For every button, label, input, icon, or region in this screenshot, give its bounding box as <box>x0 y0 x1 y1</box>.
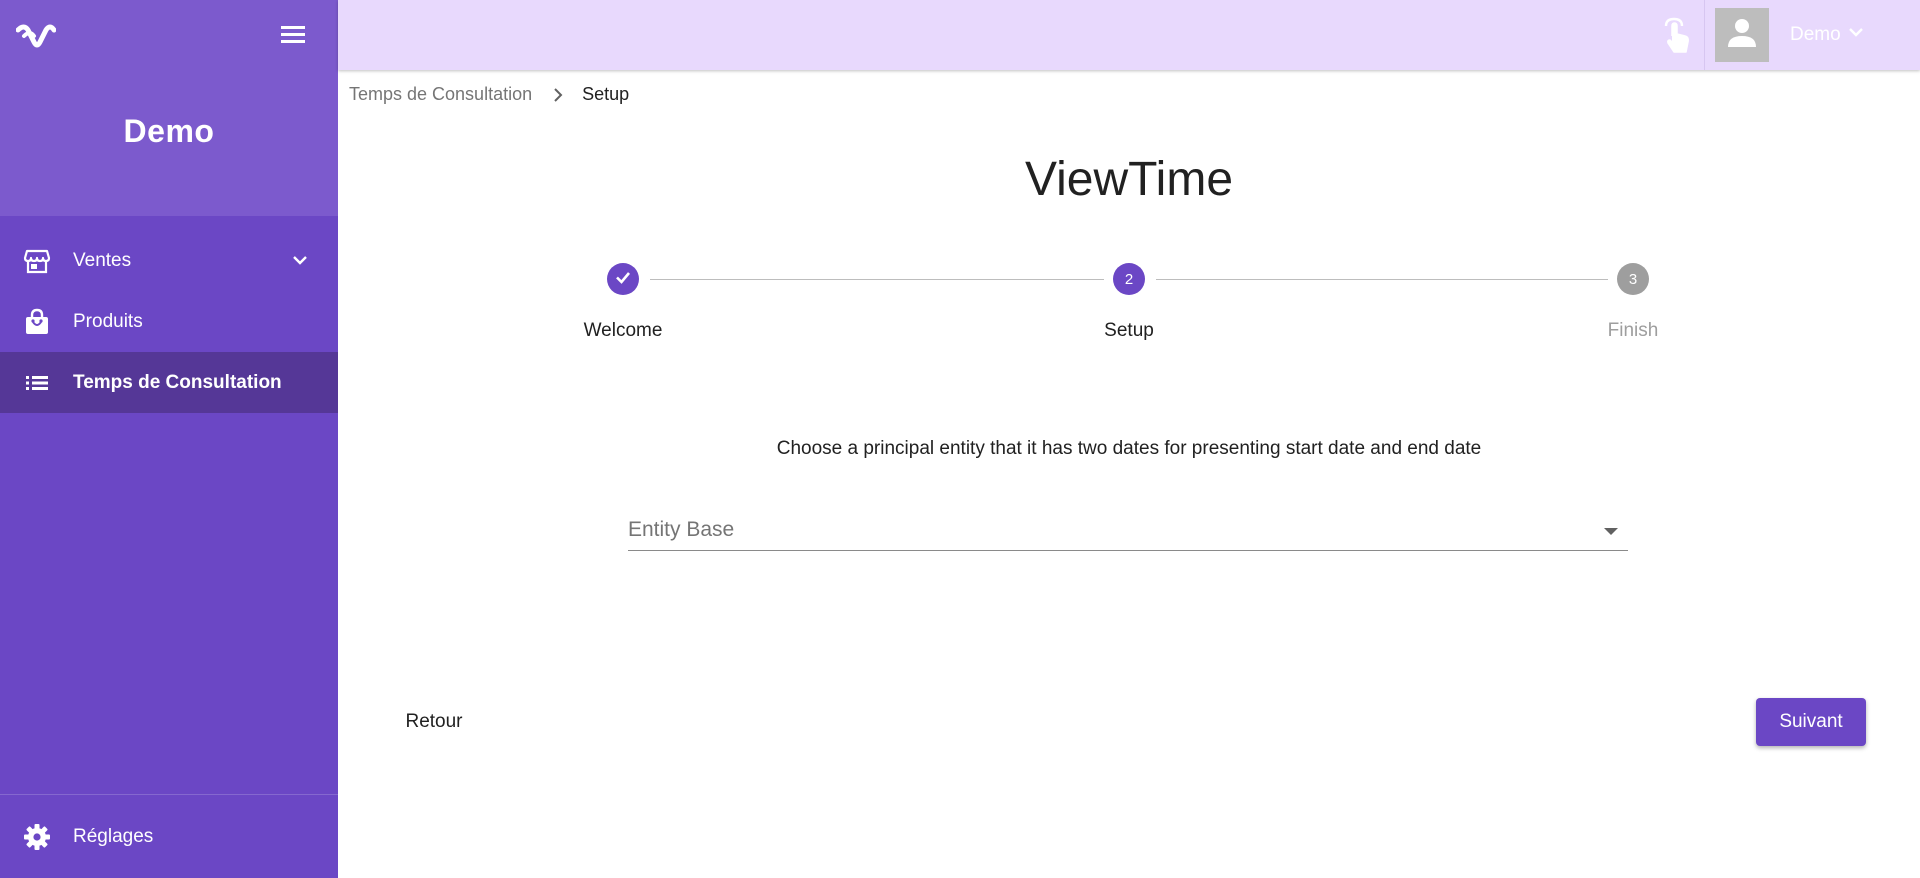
app-root: Demo Ventes Produits Temps de Consultati… <box>0 0 1920 878</box>
next-button[interactable]: Suivant <box>1756 698 1866 746</box>
breadcrumb: Temps de Consultation Setup <box>349 84 629 105</box>
step-1-label: Welcome <box>583 320 663 341</box>
step-connector <box>1156 279 1608 280</box>
sidebar-item-produits[interactable]: Produits <box>0 291 338 352</box>
step-3-label: Finish <box>1607 320 1659 341</box>
brand-logo-icon <box>15 20 57 50</box>
sidebar-header: Demo <box>0 0 338 216</box>
entity-base-select[interactable]: Entity Base <box>628 508 1628 551</box>
breadcrumb-current: Setup <box>582 84 630 104</box>
sidebar-item-temps-de-consultation[interactable]: Temps de Consultation <box>0 352 338 413</box>
sidebar-divider <box>0 794 338 795</box>
setup-instruction: Choose a principal entity that it has tw… <box>776 438 1482 459</box>
step-connector <box>650 279 1104 280</box>
sidebar-item-label: Produits <box>73 310 143 332</box>
page-title: ViewTime <box>1024 153 1234 206</box>
store-icon <box>22 246 52 276</box>
header-divider <box>1704 0 1705 70</box>
back-button[interactable]: Retour <box>390 698 478 746</box>
breadcrumb-parent-link[interactable]: Temps de Consultation <box>349 84 532 105</box>
chevron-right-icon <box>550 87 566 103</box>
select-placeholder: Entity Base <box>628 518 735 541</box>
shopping-bag-icon <box>22 307 52 337</box>
sidebar-item-label: Ventes <box>73 249 132 271</box>
step-3-circle: 3 <box>1617 263 1649 295</box>
sidebar-item-label: Temps de Consultation <box>73 371 282 393</box>
touch-gesture-icon[interactable] <box>1660 16 1694 54</box>
chevron-down-icon <box>290 250 310 270</box>
step-1-circle <box>607 263 639 295</box>
sidebar: Demo Ventes Produits Temps de Consultati… <box>0 0 338 878</box>
check-icon <box>614 268 632 290</box>
dropdown-arrow-icon <box>1604 528 1618 535</box>
list-icon <box>22 368 52 398</box>
avatar[interactable] <box>1715 8 1769 62</box>
sidebar-nav: Ventes Produits Temps de Consultation <box>0 230 338 413</box>
sidebar-item-ventes[interactable]: Ventes <box>0 230 338 291</box>
sidebar-item-reglages[interactable]: Réglages <box>0 806 338 867</box>
hamburger-menu-icon[interactable] <box>278 22 308 46</box>
gear-icon <box>22 822 52 852</box>
step-2-circle: 2 <box>1113 263 1145 295</box>
step-2-label: Setup <box>1104 320 1154 341</box>
chevron-down-icon <box>1841 23 1865 47</box>
sidebar-item-label: Réglages <box>73 825 154 847</box>
workspace-name: Demo <box>123 113 215 149</box>
user-name: Demo <box>1790 24 1841 45</box>
user-menu[interactable]: Demo <box>1790 23 1865 47</box>
user-icon <box>1725 16 1759 55</box>
top-header: Demo <box>338 0 1920 70</box>
